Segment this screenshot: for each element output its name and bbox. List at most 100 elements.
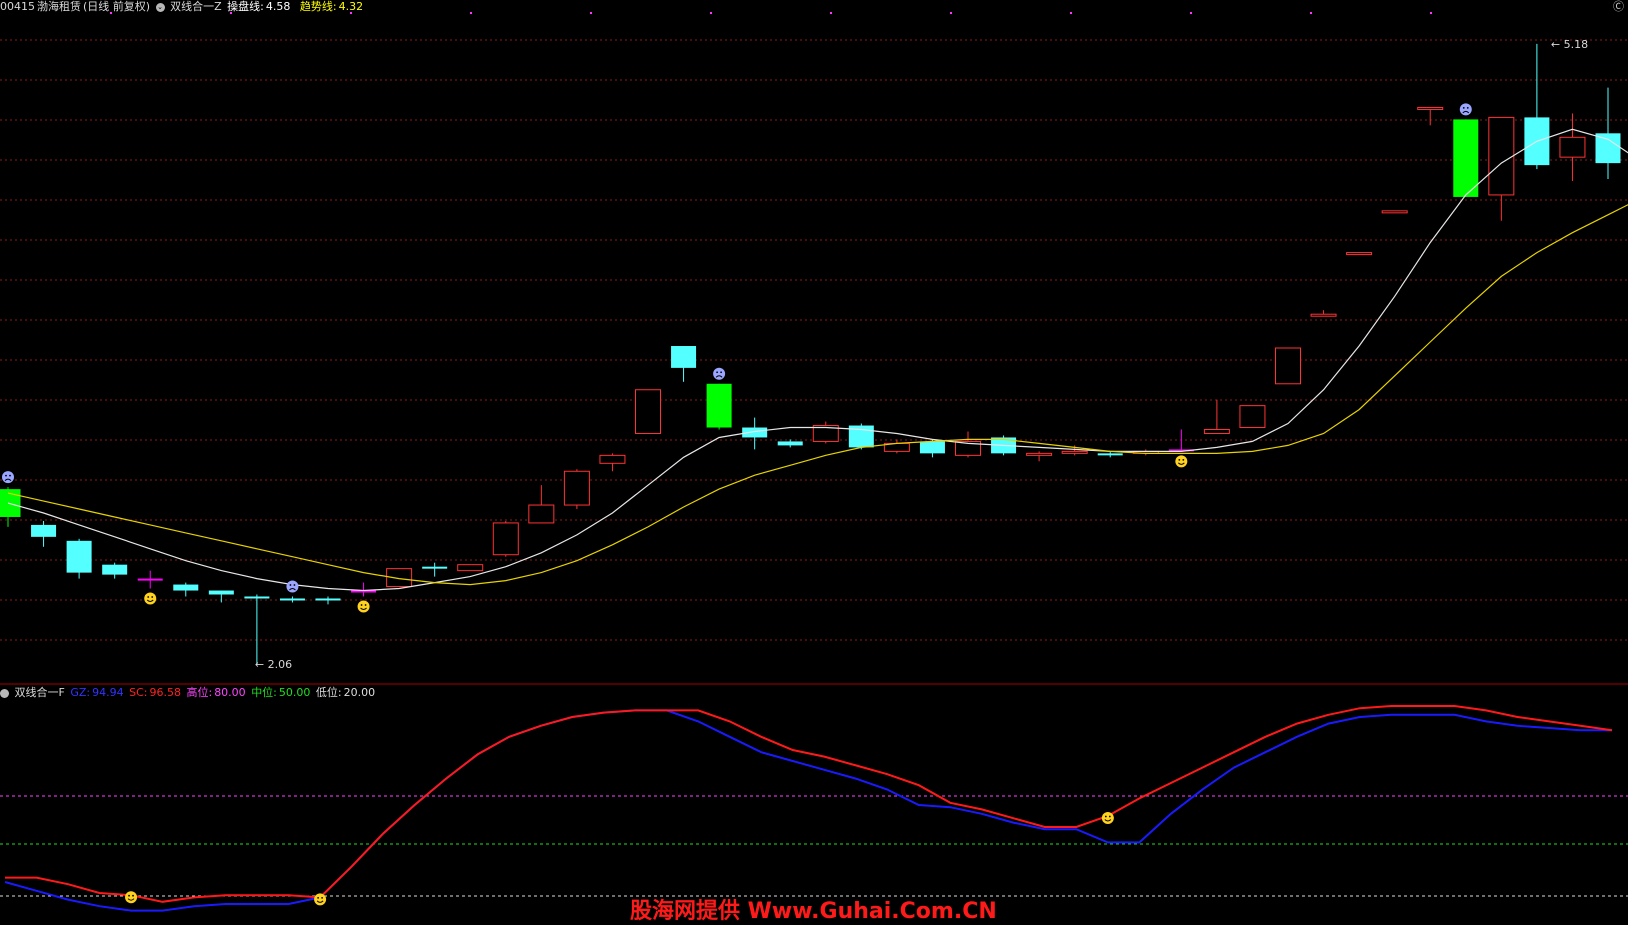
gz-label: GZ: (70, 686, 91, 699)
smile-face-icon (125, 891, 138, 904)
candle (457, 564, 484, 572)
candle-body (173, 584, 199, 591)
period-dot (950, 12, 952, 14)
candle-body (777, 441, 803, 446)
candle (102, 562, 128, 579)
candle-body (31, 524, 57, 537)
candle (137, 570, 163, 589)
low-price-label: ← 2.06 (255, 658, 292, 671)
candle (173, 582, 199, 597)
face-disc (125, 891, 138, 904)
low-level-label: 低位: (315, 686, 342, 699)
candle (1524, 43, 1550, 170)
face-disc (314, 893, 327, 906)
candle (1275, 347, 1301, 385)
sc-value: 96.58 (149, 686, 181, 699)
mid-level-label: 中位: (251, 686, 277, 699)
face-eye (364, 604, 367, 606)
face-eye (317, 897, 319, 899)
candle-body (1239, 405, 1266, 429)
candle (1417, 106, 1444, 126)
main-header: 00415 渤海租赁 (日线 前复权) ⌄ 双线合一Z 操盘线: 4.58 趋势线: 4… (0, 0, 365, 14)
period-label[interactable]: (日线 前复权) (83, 0, 150, 13)
watermark: 股海网提供 Www.Guhai.Com.CN (630, 899, 997, 924)
sad-face-icon (2, 471, 14, 484)
face-eye (151, 596, 154, 598)
candle-body (1417, 106, 1444, 110)
candle-body (1595, 133, 1621, 164)
candle-body (635, 389, 661, 434)
signal-markers (2, 103, 1472, 906)
face-disc (1101, 812, 1114, 824)
candle-body (457, 564, 484, 572)
face-eye (5, 474, 7, 477)
face-eye (147, 596, 150, 598)
face-eye (293, 584, 296, 586)
candle (777, 439, 803, 448)
candle-body (563, 470, 590, 506)
candle (315, 596, 341, 605)
period-dot (710, 12, 712, 14)
face-disc (713, 367, 726, 380)
candle (671, 346, 697, 382)
face-disc (144, 592, 157, 605)
candle-body (1381, 210, 1408, 214)
corner-settings-icon[interactable]: Ⓒ (1613, 0, 1624, 14)
face-eye (720, 371, 723, 374)
candle-body (1026, 452, 1053, 456)
candle-body (492, 522, 519, 556)
candle (635, 389, 661, 434)
mid-level-value: 50.00 (278, 686, 311, 699)
candle (1026, 451, 1053, 462)
face-eye (1108, 815, 1111, 818)
high-level-label: 高位: (186, 686, 213, 699)
face-disc (286, 580, 299, 593)
candle (492, 520, 519, 557)
period-dot (1310, 12, 1312, 14)
face-eye (321, 897, 323, 899)
period-dot (830, 12, 832, 14)
face-eye (1466, 106, 1469, 109)
period-dot (1190, 12, 1192, 14)
candle-body (422, 566, 448, 569)
sad-face-icon (1459, 103, 1472, 116)
candle-body (66, 540, 92, 573)
candle (599, 453, 626, 472)
sub-indicator-icon[interactable] (0, 688, 9, 698)
face-disc (2, 471, 14, 484)
candle-body (102, 564, 128, 575)
candle (279, 596, 305, 603)
candle (1488, 116, 1515, 221)
trend-line (7, 204, 1628, 586)
candlestick-series (0, 43, 1621, 665)
sad-face-icon (286, 580, 299, 593)
smile-face-icon (357, 600, 370, 613)
candle-body (1453, 119, 1479, 197)
sub-indicator-name[interactable]: 双线合一F (15, 686, 65, 699)
smile-face-icon (314, 893, 327, 906)
ctrl-line-value: 4.58 (265, 0, 291, 13)
candle-body (1346, 252, 1373, 256)
face-eye (9, 474, 11, 477)
sub-reference-lines (0, 795, 1628, 897)
high-level-value: 80.00 (214, 686, 246, 699)
face-eye (1178, 458, 1181, 461)
candle-body (1559, 136, 1586, 158)
candle-body (1203, 429, 1230, 434)
indicator-name[interactable]: 双线合一Z (170, 0, 222, 13)
candle-body (279, 598, 305, 601)
indicator-toggle-icon[interactable]: ⌄ (155, 2, 165, 12)
candle-body (1061, 450, 1088, 454)
candle (563, 469, 590, 510)
candle-body (137, 578, 163, 581)
face-eye (1182, 458, 1185, 461)
smile-face-icon (1175, 455, 1188, 468)
period-dot (470, 12, 472, 14)
candle-body (1097, 453, 1123, 456)
candle-body (244, 596, 270, 599)
stock-name: 渤海租赁 (37, 0, 81, 13)
gz-value: 94.94 (92, 686, 124, 699)
face-eye (128, 894, 130, 897)
candle (528, 485, 555, 524)
period-dot (1070, 12, 1072, 14)
